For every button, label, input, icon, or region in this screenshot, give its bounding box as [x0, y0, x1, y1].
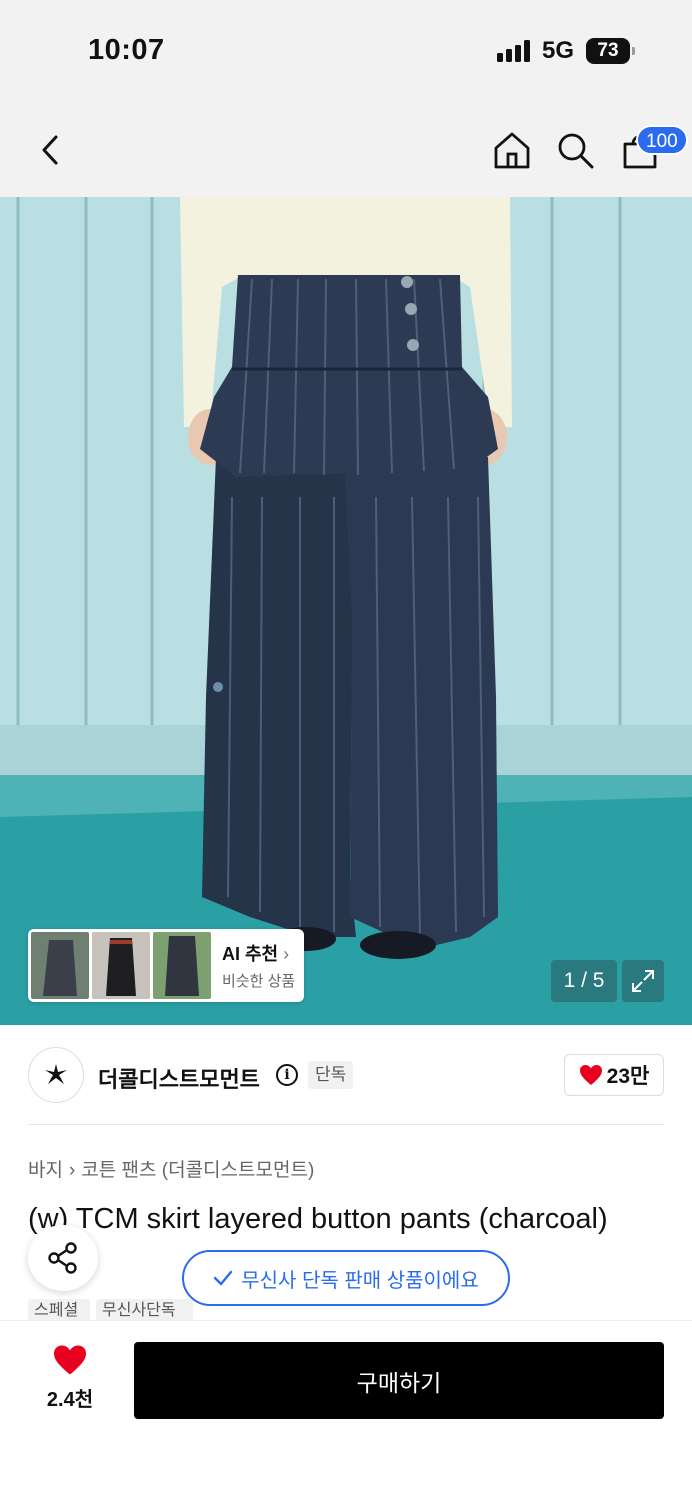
expand-image-button[interactable]	[622, 960, 664, 1002]
chevron-right-icon: ›	[283, 944, 290, 964]
battery-icon: 73	[586, 38, 635, 64]
breadcrumb: 바지 › 코튼 팬츠 (더콜디스트모먼트)	[28, 1155, 314, 1182]
ai-thumbnail	[153, 932, 211, 999]
brand-like-count: 23만	[606, 1065, 650, 1088]
image-page-counter: 1 / 5	[551, 960, 617, 1002]
chevron-right-icon: ›	[68, 1160, 76, 1181]
wishlist-count: 2.4천	[46, 1389, 94, 1411]
back-button[interactable]	[28, 128, 72, 172]
home-icon	[494, 132, 530, 169]
info-icon[interactable]: i	[276, 1064, 298, 1086]
ai-thumbnail	[92, 932, 150, 999]
breadcrumb-subcategory[interactable]: 코튼 팬츠 (더콜디스트모먼트)	[81, 1160, 314, 1181]
ai-thumbnail	[31, 932, 89, 999]
share-button[interactable]	[28, 1225, 98, 1291]
ai-recommendation-card[interactable]: AI 추천 › 비슷한 상품	[28, 929, 304, 1002]
tag-special: 스페셜	[28, 1299, 90, 1321]
share-icon	[48, 1242, 77, 1274]
cart-count-badge: 100	[636, 125, 688, 155]
home-button[interactable]	[490, 128, 534, 172]
status-bar: 10:07 5G 73	[0, 0, 692, 100]
ai-recommend-title: AI 추천	[222, 944, 279, 964]
status-time: 10:07	[88, 34, 165, 66]
top-nav	[0, 100, 692, 197]
brand-name[interactable]: 더콜디스트모먼트	[98, 1062, 260, 1094]
brand-logo[interactable]	[28, 1047, 84, 1103]
divider	[28, 1124, 664, 1125]
heart-icon	[54, 1345, 86, 1375]
network-label: 5G	[542, 37, 575, 64]
search-icon	[558, 133, 594, 169]
check-icon	[214, 1270, 233, 1286]
buy-button[interactable]: 구매하기	[134, 1342, 664, 1419]
brand-like-button[interactable]: 23만	[564, 1054, 664, 1096]
product-image[interactable]	[0, 197, 692, 1025]
search-button[interactable]	[553, 128, 597, 172]
brand-star-icon	[45, 1064, 67, 1084]
wishlist-button[interactable]: 2.4천	[34, 1344, 106, 1416]
signal-icon	[497, 40, 533, 62]
ai-recommend-subtitle: 비슷한 상품	[222, 973, 296, 990]
breadcrumb-category[interactable]: 바지	[28, 1160, 63, 1181]
product-title: (w) TCM skirt layered button pants (char…	[28, 1203, 608, 1235]
heart-icon	[579, 1065, 602, 1085]
tag-exclusive: 무신사단독	[96, 1299, 193, 1321]
exclusive-badge: 단독	[308, 1061, 354, 1089]
exclusive-notice-text: 무신사 단독 판매 상품이에요	[241, 1269, 479, 1292]
expand-icon	[632, 970, 654, 992]
chevron-left-icon	[42, 135, 58, 165]
exclusive-notice-pill[interactable]: 무신사 단독 판매 상품이에요	[182, 1250, 510, 1306]
